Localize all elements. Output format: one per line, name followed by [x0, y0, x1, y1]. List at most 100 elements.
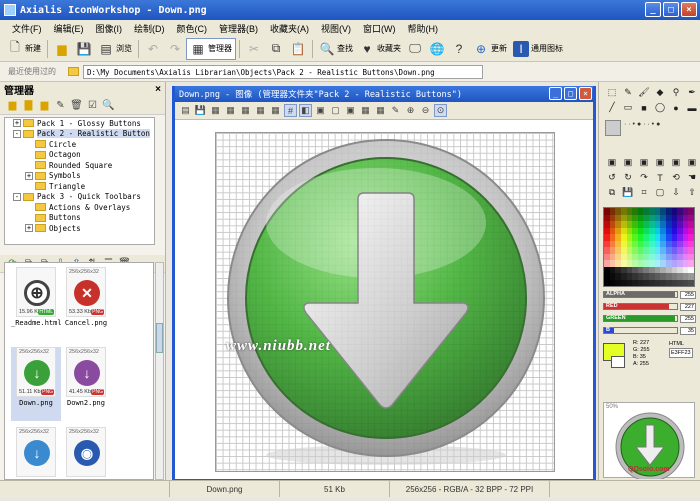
new-button[interactable]: 🗋 新建: [4, 38, 44, 60]
slider-value[interactable]: 35: [680, 326, 696, 335]
color-slider[interactable]: RED 227: [603, 302, 696, 311]
general-icons-button[interactable]: I 通用图标: [510, 38, 566, 60]
tree-item[interactable]: Circle: [5, 139, 154, 150]
save-shape-icon[interactable]: 💾: [621, 186, 635, 199]
expand-toggle-icon[interactable]: [25, 203, 33, 211]
menu-item[interactable]: 视图(V): [315, 22, 357, 35]
menu-item[interactable]: 窗口(W): [357, 22, 402, 35]
effects-icon[interactable]: ▦: [359, 104, 372, 117]
edit-icon[interactable]: ✎: [54, 99, 67, 112]
display-button[interactable]: 🖵: [404, 38, 426, 60]
open-button[interactable]: ▆: [51, 38, 73, 60]
expand-toggle-icon[interactable]: -: [13, 129, 21, 138]
search-icon[interactable]: 🔍: [102, 99, 115, 112]
mode3-icon[interactable]: ▣: [637, 156, 651, 169]
export-shape-icon[interactable]: ⇧: [685, 186, 699, 199]
update-button[interactable]: ⊕ 更新: [470, 38, 510, 60]
check-icon[interactable]: ☑: [86, 99, 99, 112]
pencil-icon[interactable]: ✎: [621, 86, 635, 99]
file-thumbnail[interactable]: ⊕ 15.96 Kb HTML _Readme.html: [11, 267, 62, 341]
brush-sizes[interactable]: · · • ● · · • ●: [624, 120, 694, 154]
maximize-button[interactable]: □: [663, 2, 679, 17]
undo-button[interactable]: ↶: [142, 38, 164, 60]
file-thumbnail[interactable]: 256x256x32 ↓ 51.11 Kb PNG Down.png: [11, 347, 61, 421]
zoom-fit-icon[interactable]: ⊙: [434, 104, 447, 117]
line-icon[interactable]: ╱: [605, 101, 619, 114]
new-folder-icon[interactable]: ▆: [6, 99, 19, 112]
brush-icon[interactable]: 🖌: [637, 86, 651, 99]
tree-item[interactable]: Rounded Square: [5, 160, 154, 171]
folder-open-icon[interactable]: ▇: [22, 99, 35, 112]
tree-item[interactable]: + Objects: [5, 223, 154, 234]
mode6-icon[interactable]: ▣: [685, 156, 699, 169]
preview-icon[interactable]: ▣: [314, 104, 327, 117]
color-slider[interactable]: ALPHA 255: [603, 290, 696, 299]
tree-item[interactable]: Triangle: [5, 181, 154, 192]
tree-item[interactable]: + Pack 1 - Glossy Buttons: [5, 118, 154, 129]
select-rect-icon[interactable]: ⬚: [605, 86, 619, 99]
transparency-icon[interactable]: ◧: [299, 104, 312, 117]
expand-toggle-icon[interactable]: [25, 214, 33, 222]
tree-item[interactable]: Octagon: [5, 150, 154, 161]
expand-toggle-icon[interactable]: [25, 161, 33, 169]
mode1-icon[interactable]: ▣: [605, 156, 619, 169]
slider-value[interactable]: 227: [680, 302, 696, 311]
redo-shape-icon[interactable]: ↷: [637, 171, 651, 184]
folder-add-icon[interactable]: ▆: [38, 99, 51, 112]
rounded-rect-icon[interactable]: ▬: [685, 101, 699, 114]
rect-icon[interactable]: ▭: [621, 101, 635, 114]
adjust-icon[interactable]: ▦: [374, 104, 387, 117]
menu-item[interactable]: 文件(F): [6, 22, 48, 35]
menu-item[interactable]: 编辑(E): [48, 22, 90, 35]
delete-icon[interactable]: 🗑: [70, 99, 83, 112]
menu-item[interactable]: 管理器(B): [213, 22, 264, 35]
find-button[interactable]: 🔍 查找: [316, 38, 356, 60]
mode2-icon[interactable]: ▣: [621, 156, 635, 169]
flip-icon[interactable]: ⟲: [669, 171, 683, 184]
tree-item[interactable]: - Pack 2 - Realistic Button: [5, 129, 154, 140]
help-button[interactable]: ?: [448, 38, 470, 60]
filled-ellipse-icon[interactable]: ●: [669, 101, 683, 114]
image-list-icon[interactable]: ▦: [209, 104, 222, 117]
grid-toggle-icon[interactable]: #: [284, 104, 297, 117]
expand-toggle-icon[interactable]: [25, 182, 33, 190]
image-icon[interactable]: ▢: [329, 104, 342, 117]
frame-icon[interactable]: ▢: [653, 186, 667, 199]
copy-shape-icon[interactable]: ⧉: [605, 186, 619, 199]
tree-item[interactable]: + Symbols: [5, 171, 154, 182]
file-thumbnail[interactable]: 256x256x32 ↓ 41.45 Kb PNG Down2.png: [61, 347, 111, 421]
save-image-icon[interactable]: 💾: [194, 104, 207, 117]
menu-item[interactable]: 帮助(H): [402, 22, 445, 35]
expand-toggle-icon[interactable]: [25, 151, 33, 159]
fill-icon[interactable]: ◆: [653, 86, 667, 99]
eyedropper-icon[interactable]: ⚲: [669, 86, 683, 99]
path-field[interactable]: D:\My Documents\Axialis Librarian\Object…: [83, 64, 483, 79]
tree-scrollbar[interactable]: [154, 118, 155, 244]
html-value[interactable]: E3FF23: [669, 348, 693, 358]
rotate-right-icon[interactable]: ↻: [621, 171, 635, 184]
panel-close-button[interactable]: ×: [155, 84, 161, 95]
file-thumbnail[interactable]: 256x256x32 ✕ 53.33 Kb PNG Cancel.png: [61, 267, 111, 341]
image-canvas[interactable]: www.niubb.net: [215, 132, 555, 472]
brush-icon[interactable]: ✎: [389, 104, 402, 117]
hand-icon[interactable]: ☚: [685, 171, 699, 184]
color-palette[interactable]: [603, 207, 695, 287]
expand-toggle-icon[interactable]: +: [13, 119, 21, 128]
expand-toggle-icon[interactable]: +: [25, 224, 33, 233]
menu-item[interactable]: 绘制(D): [128, 22, 171, 35]
save-button[interactable]: 💾: [73, 38, 95, 60]
color-slider[interactable]: GREEN 255: [603, 314, 696, 323]
slider-value[interactable]: 255: [680, 290, 696, 299]
manager-button[interactable]: ▦ 管理器: [186, 37, 236, 60]
expand-toggle-icon[interactable]: -: [13, 192, 21, 201]
mode5-icon[interactable]: ▣: [669, 156, 683, 169]
menu-item[interactable]: 颜色(C): [171, 22, 214, 35]
redo-button[interactable]: ↷: [164, 38, 186, 60]
secondary-color-swatch[interactable]: [611, 356, 625, 368]
expand-toggle-icon[interactable]: +: [25, 171, 33, 180]
image-props-icon[interactable]: ▦: [254, 104, 267, 117]
image-remove-icon[interactable]: ▦: [239, 104, 252, 117]
text-icon[interactable]: T: [653, 171, 667, 184]
image-export-icon[interactable]: ▦: [269, 104, 282, 117]
tree-item[interactable]: - Pack 3 - Quick Toolbars: [5, 192, 154, 203]
